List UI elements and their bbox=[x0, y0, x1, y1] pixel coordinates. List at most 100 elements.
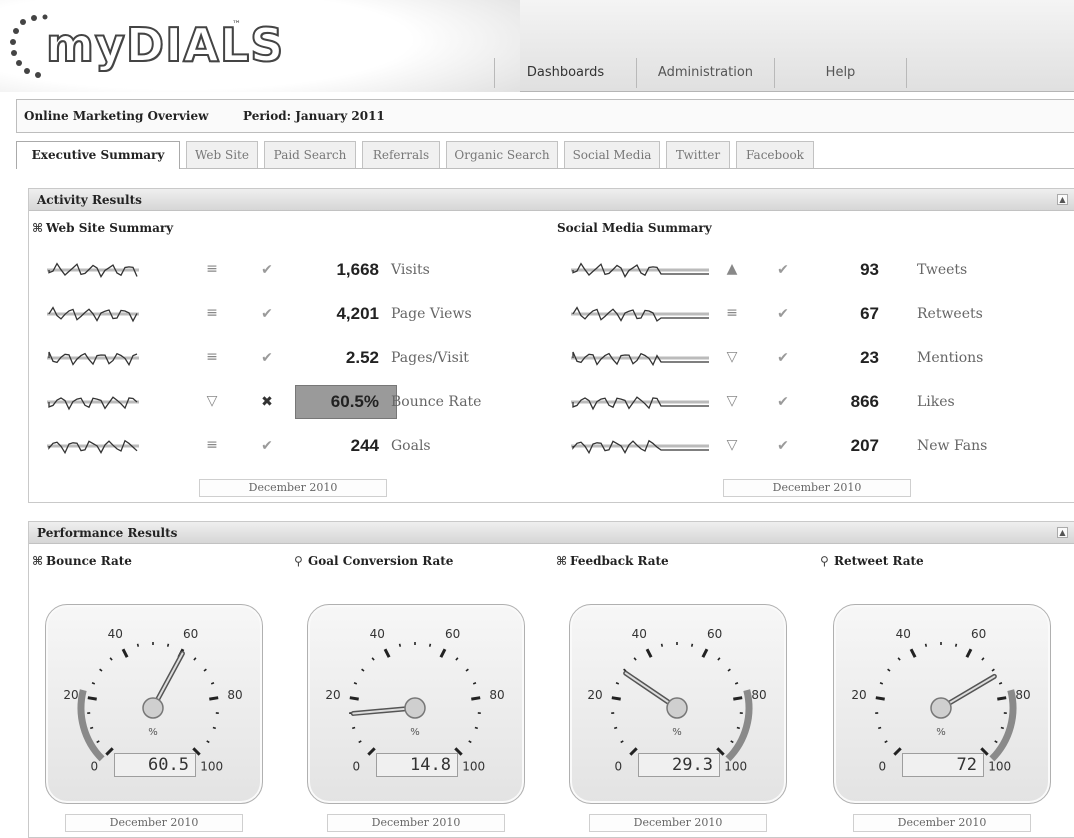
gauge-heading: ⌘ Feedback Rate bbox=[556, 554, 669, 568]
sparkline-icon bbox=[47, 351, 139, 367]
web-metric-value: 2.52 bbox=[345, 348, 379, 367]
trademark-mark: ™ bbox=[232, 20, 241, 30]
web-site-period: December 2010 bbox=[199, 479, 387, 497]
activity-results-title: Activity Results bbox=[37, 193, 142, 207]
gauge-title: Feedback Rate bbox=[570, 554, 669, 568]
gauge-readout: 14.8 bbox=[376, 753, 458, 777]
social-metric-label: Mentions bbox=[917, 350, 984, 366]
gauge-tick bbox=[203, 668, 207, 672]
gauge-tick bbox=[645, 648, 653, 658]
gauge-tick bbox=[105, 747, 114, 756]
gauge-tick bbox=[736, 726, 741, 730]
gauge-band bbox=[725, 689, 753, 762]
performance-results-title: Performance Results bbox=[37, 526, 178, 540]
gauge-tick bbox=[109, 657, 113, 661]
report-title-bar: Online Marketing Overview Period: Januar… bbox=[16, 99, 1074, 133]
gauge-tick bbox=[351, 726, 356, 730]
gauge-tick bbox=[206, 740, 210, 744]
tab-web-site[interactable]: Web Site bbox=[186, 141, 258, 168]
social-metric-row: ▽ ✔ 866 Likes bbox=[569, 388, 1039, 418]
gauge-scale-label: 40 bbox=[632, 627, 647, 641]
gauge-tick bbox=[91, 682, 96, 685]
nav-dashboards[interactable]: Dashboards bbox=[494, 58, 636, 88]
gauge-tick bbox=[633, 657, 637, 661]
gauge-tick bbox=[997, 696, 1007, 701]
app-header: myDIALS ™ Dashboards Administration Help bbox=[0, 0, 1074, 92]
gauge-band bbox=[77, 689, 105, 762]
social-media-period: December 2010 bbox=[723, 479, 911, 497]
gauge-tick bbox=[209, 696, 219, 701]
tab-social-media[interactable]: Social Media bbox=[564, 141, 660, 168]
social-metric-row: ▽ ✔ 23 Mentions bbox=[569, 344, 1039, 374]
social-metric-label: Retweets bbox=[917, 306, 983, 322]
gauge-scale-label: 100 bbox=[988, 760, 1011, 774]
social-metric-value: 67 bbox=[860, 304, 879, 323]
gauge-tick bbox=[383, 648, 391, 658]
gauge-tick bbox=[358, 740, 362, 744]
gauge-tick bbox=[136, 643, 140, 647]
gauge-tick bbox=[465, 668, 469, 672]
tab-twitter[interactable]: Twitter bbox=[666, 141, 730, 168]
gauge-hub bbox=[666, 697, 688, 719]
gauge-band bbox=[989, 689, 1017, 762]
tab-organic-search[interactable]: Organic Search bbox=[446, 141, 558, 168]
gauge-tick bbox=[472, 682, 477, 685]
collapse-performance-button[interactable]: ▲ bbox=[1057, 527, 1068, 538]
trend-flat-icon: ≡ bbox=[206, 437, 218, 453]
alert-icon: ⌘ bbox=[32, 554, 44, 568]
tab-referrals[interactable]: Referrals bbox=[362, 141, 440, 168]
tab-paid-search[interactable]: Paid Search bbox=[264, 141, 356, 168]
gauge-readout: 60.5 bbox=[114, 753, 196, 777]
gauge-tick bbox=[371, 657, 375, 661]
gauge-tick bbox=[998, 682, 1003, 685]
web-metric-row: ≡ ✔ 2.52 Pages/Visit bbox=[45, 344, 515, 374]
gauge-tick bbox=[909, 648, 917, 658]
tab-bar: Executive Summary Web Site Paid Search R… bbox=[16, 141, 1074, 169]
web-metric-row: ≡ ✔ 244 Goals bbox=[45, 432, 515, 462]
gauge-tick bbox=[887, 668, 891, 672]
checkmark-icon: ✔ bbox=[777, 306, 789, 322]
tab-facebook[interactable]: Facebook bbox=[736, 141, 814, 168]
gauge-period: December 2010 bbox=[589, 814, 767, 832]
gauge-scale-label: 60 bbox=[971, 627, 986, 641]
sparkline-icon bbox=[571, 262, 709, 278]
gauge-tick bbox=[690, 643, 694, 647]
nav-help[interactable]: Help bbox=[774, 58, 906, 88]
nav-administration[interactable]: Administration bbox=[636, 58, 774, 88]
gauge-tick bbox=[629, 747, 638, 756]
gauge-period: December 2010 bbox=[65, 814, 243, 832]
gauge-heading: ⚲ Goal Conversion Rate bbox=[294, 554, 453, 568]
gauge-readout: 29.3 bbox=[638, 753, 720, 777]
sparkline-icon bbox=[47, 439, 139, 455]
checkmark-icon: ✔ bbox=[261, 438, 273, 454]
collapse-activity-button[interactable]: ▲ bbox=[1057, 194, 1068, 205]
sparkline-icon bbox=[571, 439, 709, 455]
social-metric-row: ▽ ✔ 207 New Fans bbox=[569, 432, 1039, 462]
gauge-scale-label: 60 bbox=[183, 627, 198, 641]
gauge-tick bbox=[166, 643, 170, 647]
gauge-tick bbox=[893, 747, 902, 756]
gauge-heading: ⚲ Retweet Rate bbox=[820, 554, 924, 568]
performance-results-panel: Performance Results ▲ ⌘ Bounce Rate 0 20 40 6… bbox=[28, 521, 1074, 838]
web-metric-row: ≡ ✔ 4,201 Page Views bbox=[45, 300, 515, 330]
gauge-tick bbox=[87, 696, 97, 701]
gauge-scale-label: 60 bbox=[707, 627, 722, 641]
gauge-tick bbox=[733, 696, 743, 701]
web-metric-label: Visits bbox=[391, 262, 430, 278]
tab-executive-summary[interactable]: Executive Summary bbox=[16, 141, 180, 169]
checkmark-icon: ✔ bbox=[777, 394, 789, 410]
trend-down-icon: ▽ bbox=[726, 349, 738, 365]
trend-down-icon: ▽ bbox=[726, 393, 738, 409]
gauge-title: Bounce Rate bbox=[46, 554, 132, 568]
gauge-tick bbox=[121, 648, 129, 658]
gauge-tick bbox=[897, 657, 901, 661]
social-metric-value: 866 bbox=[850, 392, 879, 411]
gauge-tick bbox=[398, 643, 402, 647]
gauge-hub bbox=[930, 697, 952, 719]
gauge-tick bbox=[193, 657, 197, 661]
alert-x-icon: ✖ bbox=[261, 394, 273, 410]
gauge-scale-label: 40 bbox=[896, 627, 911, 641]
sparkline-icon bbox=[571, 306, 709, 322]
gauge-tick bbox=[623, 668, 627, 672]
gauge-tick bbox=[96, 740, 100, 744]
